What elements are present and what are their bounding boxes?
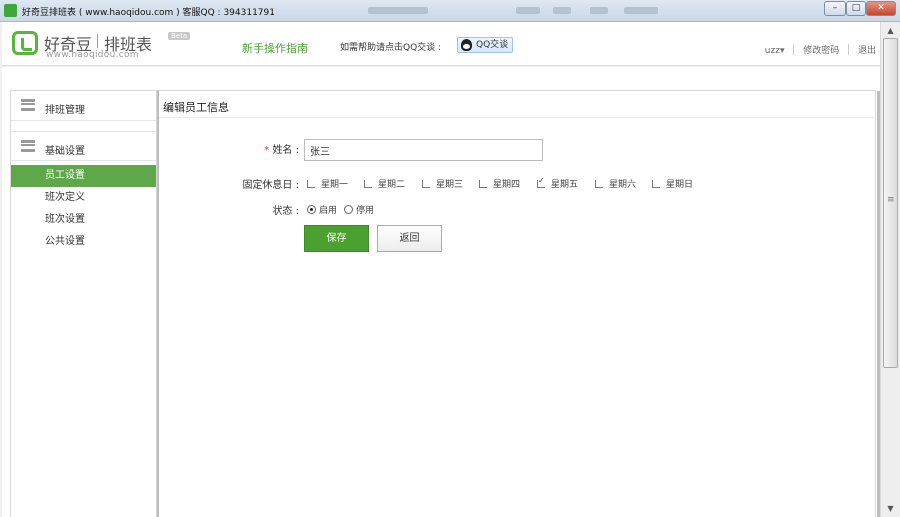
save-button[interactable]: 保存 xyxy=(304,225,369,252)
checkbox-icon[interactable] xyxy=(595,180,603,188)
vertical-scrollbar[interactable]: ▲ ▼ xyxy=(880,22,900,517)
scroll-up-icon[interactable]: ▲ xyxy=(883,24,898,37)
logout-link[interactable]: 退出 xyxy=(858,46,876,56)
user-caret-icon[interactable]: ▾ xyxy=(780,46,785,56)
rest-day-sunday[interactable]: 星期日 xyxy=(652,177,693,190)
sidebar-group-label: 排班管理 xyxy=(45,105,85,116)
sidebar-group-scheduling[interactable]: 排班管理 xyxy=(11,91,156,121)
blurred-taskbar-text xyxy=(516,7,540,14)
close-button[interactable]: ✕ xyxy=(866,1,896,16)
sidebar-group-basic-settings[interactable]: 基础设置 xyxy=(11,131,156,161)
rest-day-label: 固定休息日 : xyxy=(242,180,299,191)
app-icon xyxy=(4,4,17,17)
list-icon xyxy=(21,99,35,111)
required-mark: * xyxy=(264,145,270,156)
sidebar-item-shift-definition[interactable]: 班次定义 xyxy=(11,187,156,209)
qq-chat-label: QQ交谈 xyxy=(476,40,509,50)
employee-name-input[interactable] xyxy=(304,139,543,161)
change-password-link[interactable]: 修改密码 xyxy=(803,46,839,56)
day-label: 星期四 xyxy=(493,180,521,190)
blurred-taskbar-text xyxy=(624,7,658,14)
beginner-guide-link[interactable]: 新手操作指南 xyxy=(242,40,308,56)
list-icon xyxy=(21,140,35,152)
blurred-taskbar-text xyxy=(553,7,571,14)
qq-penguin-icon xyxy=(461,39,472,51)
rest-day-friday[interactable]: 星期五 xyxy=(537,176,579,190)
day-label: 星期日 xyxy=(666,180,694,190)
window-title: 好奇豆排班表 ( www.haoqidou.com ) 客服QQ : 39431… xyxy=(22,8,275,18)
content-panel: 编辑员工信息 * 姓名 : 固定休息日 : 星期一 星期二 星期三 星期四 星期… xyxy=(157,90,880,517)
checkbox-icon[interactable] xyxy=(479,180,487,188)
blurred-taskbar-text xyxy=(590,7,608,14)
day-label: 星期一 xyxy=(321,180,349,190)
checkbox-checked-icon[interactable] xyxy=(537,176,545,188)
sidebar-item-employee-settings[interactable]: 员工设置 xyxy=(11,165,156,187)
sidebar: 排班管理 基础设置 员工设置 班次定义 班次设置 公共设置 xyxy=(10,90,157,517)
help-text: 如需帮助请点击QQ交谈 : xyxy=(340,43,442,53)
checkbox-icon[interactable] xyxy=(364,180,372,188)
back-button[interactable]: 返回 xyxy=(377,225,442,252)
radio-selected-icon[interactable] xyxy=(307,205,316,214)
day-label: 星期五 xyxy=(551,180,579,190)
radio-label: 启用 xyxy=(319,206,338,216)
checkbox-icon[interactable] xyxy=(652,180,660,188)
radio-label: 停用 xyxy=(356,206,375,216)
app-header: 好奇豆 排班表 www.haoqidou.com Beta 新手操作指南 如需帮… xyxy=(2,22,880,66)
checkbox-icon[interactable] xyxy=(307,180,315,188)
status-enabled-radio[interactable]: 启用 xyxy=(307,203,337,216)
scroll-thumb[interactable] xyxy=(883,38,898,368)
qq-chat-button[interactable]: QQ交谈 xyxy=(457,37,514,53)
rest-day-saturday[interactable]: 星期六 xyxy=(595,177,636,190)
blurred-taskbar-text xyxy=(368,7,428,14)
username-link[interactable]: uzz xyxy=(765,46,780,56)
user-links: uzz▾ 修改密码 退出 xyxy=(765,43,876,56)
beta-badge: Beta xyxy=(168,32,191,40)
rest-day-thursday[interactable]: 星期四 xyxy=(479,177,520,190)
page-title: 编辑员工信息 xyxy=(163,101,229,114)
name-label-text: 姓名 : xyxy=(272,145,299,156)
separator xyxy=(793,44,795,55)
day-label: 星期二 xyxy=(378,180,406,190)
minimize-button[interactable]: – xyxy=(824,1,846,16)
day-label: 星期六 xyxy=(609,180,637,190)
rest-day-tuesday[interactable]: 星期二 xyxy=(364,177,405,190)
maximize-button[interactable]: □ xyxy=(846,1,866,16)
status-label: 状态 : xyxy=(272,206,299,217)
window-titlebar: 好奇豆排班表 ( www.haoqidou.com ) 客服QQ : 39431… xyxy=(0,0,900,22)
logo-url: www.haoqidou.com xyxy=(46,50,139,60)
rest-day-wednesday[interactable]: 星期三 xyxy=(422,177,463,190)
separator xyxy=(848,44,850,55)
logo-icon[interactable] xyxy=(12,31,38,55)
scroll-down-icon[interactable]: ▼ xyxy=(883,502,898,515)
name-label: * 姓名 : xyxy=(259,141,299,156)
sidebar-item-shift-settings[interactable]: 班次设置 xyxy=(11,209,156,231)
rest-day-monday[interactable]: 星期一 xyxy=(307,177,348,190)
sidebar-item-public-settings[interactable]: 公共设置 xyxy=(11,231,156,253)
status-disabled-radio[interactable]: 停用 xyxy=(344,203,374,216)
sidebar-group-label: 基础设置 xyxy=(45,146,85,157)
divider xyxy=(159,117,874,118)
radio-icon[interactable] xyxy=(344,205,353,214)
day-label: 星期三 xyxy=(436,180,464,190)
logo-divider xyxy=(97,34,98,48)
checkbox-icon[interactable] xyxy=(422,180,430,188)
